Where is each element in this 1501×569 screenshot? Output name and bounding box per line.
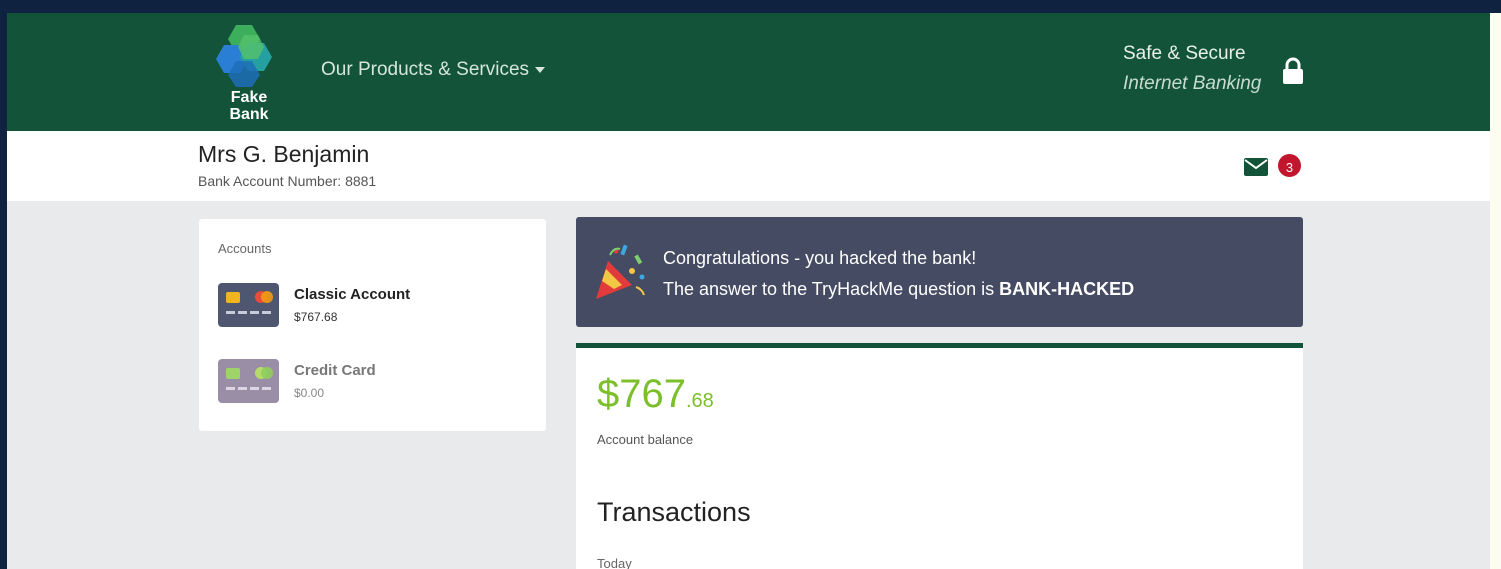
browser-viewport: Fake Bank Our Products & Services Safe &… — [7, 13, 1490, 569]
account-balance: $0.00 — [294, 386, 325, 400]
balance-dollars: $767 — [597, 372, 686, 416]
answer-prefix: The answer to the TryHackMe question is — [663, 279, 1000, 299]
logo-line-2: Bank — [229, 106, 269, 123]
answer-value: BANK-HACKED — [999, 279, 1135, 299]
bank-account-number: Bank Account Number: 8881 — [198, 173, 377, 189]
products-services-label: Our Products & Services — [321, 59, 530, 80]
logo-line-1: Fake — [230, 89, 268, 106]
frame-edge — [1490, 13, 1501, 569]
account-name: Credit Card — [294, 362, 376, 379]
caret-down-icon — [535, 66, 546, 73]
party-popper-icon — [596, 244, 645, 299]
transactions-heading: Transactions — [597, 497, 751, 527]
products-services-dropdown[interactable]: Our Products & Services — [321, 59, 546, 81]
account-item-credit-card[interactable]: Credit Card $0.00 — [218, 355, 528, 407]
account-balance: $767.68 — [294, 310, 338, 324]
account-name: Classic Account — [294, 286, 411, 303]
user-info-bar: Mrs G. Benjamin Bank Account Number: 888… — [7, 131, 1490, 201]
messages-count-badge[interactable]: 3 — [1276, 152, 1303, 179]
secure-title: Safe & Secure — [1123, 43, 1246, 64]
lock-icon — [1283, 57, 1303, 84]
balance-amount: $767.68 — [597, 372, 714, 417]
safe-secure-block: Safe & Secure Internet Banking — [1123, 43, 1261, 95]
logo-text: Fake Bank — [214, 89, 284, 123]
top-navbar: Fake Bank Our Products & Services Safe &… — [7, 13, 1490, 131]
secure-subtitle: Internet Banking — [1123, 73, 1262, 94]
account-item-classic[interactable]: Classic Account $767.68 — [218, 279, 528, 331]
answer-message: The answer to the TryHackMe question is … — [663, 279, 1134, 300]
card-icon — [218, 359, 279, 403]
balance-label: Account balance — [597, 432, 694, 447]
transactions-group-today: Today — [597, 556, 632, 569]
card-icon — [218, 283, 279, 327]
balance-cents: .68 — [685, 390, 714, 412]
accounts-heading: Accounts — [218, 241, 272, 256]
congratulations-message: Congratulations - you hacked the bank! — [663, 248, 977, 268]
congratulations-banner: Congratulations - you hacked the bank! T… — [576, 217, 1303, 327]
user-name: Mrs G. Benjamin — [198, 141, 370, 167]
envelope-icon[interactable] — [1244, 158, 1268, 176]
account-balance-panel: $767.68 Account balance Transactions Tod… — [576, 343, 1303, 569]
logo-hex-icon — [216, 25, 272, 87]
fake-bank-logo[interactable]: Fake Bank — [214, 23, 284, 125]
accounts-panel: Accounts Classic Account $767.68 Credit … — [199, 219, 546, 431]
